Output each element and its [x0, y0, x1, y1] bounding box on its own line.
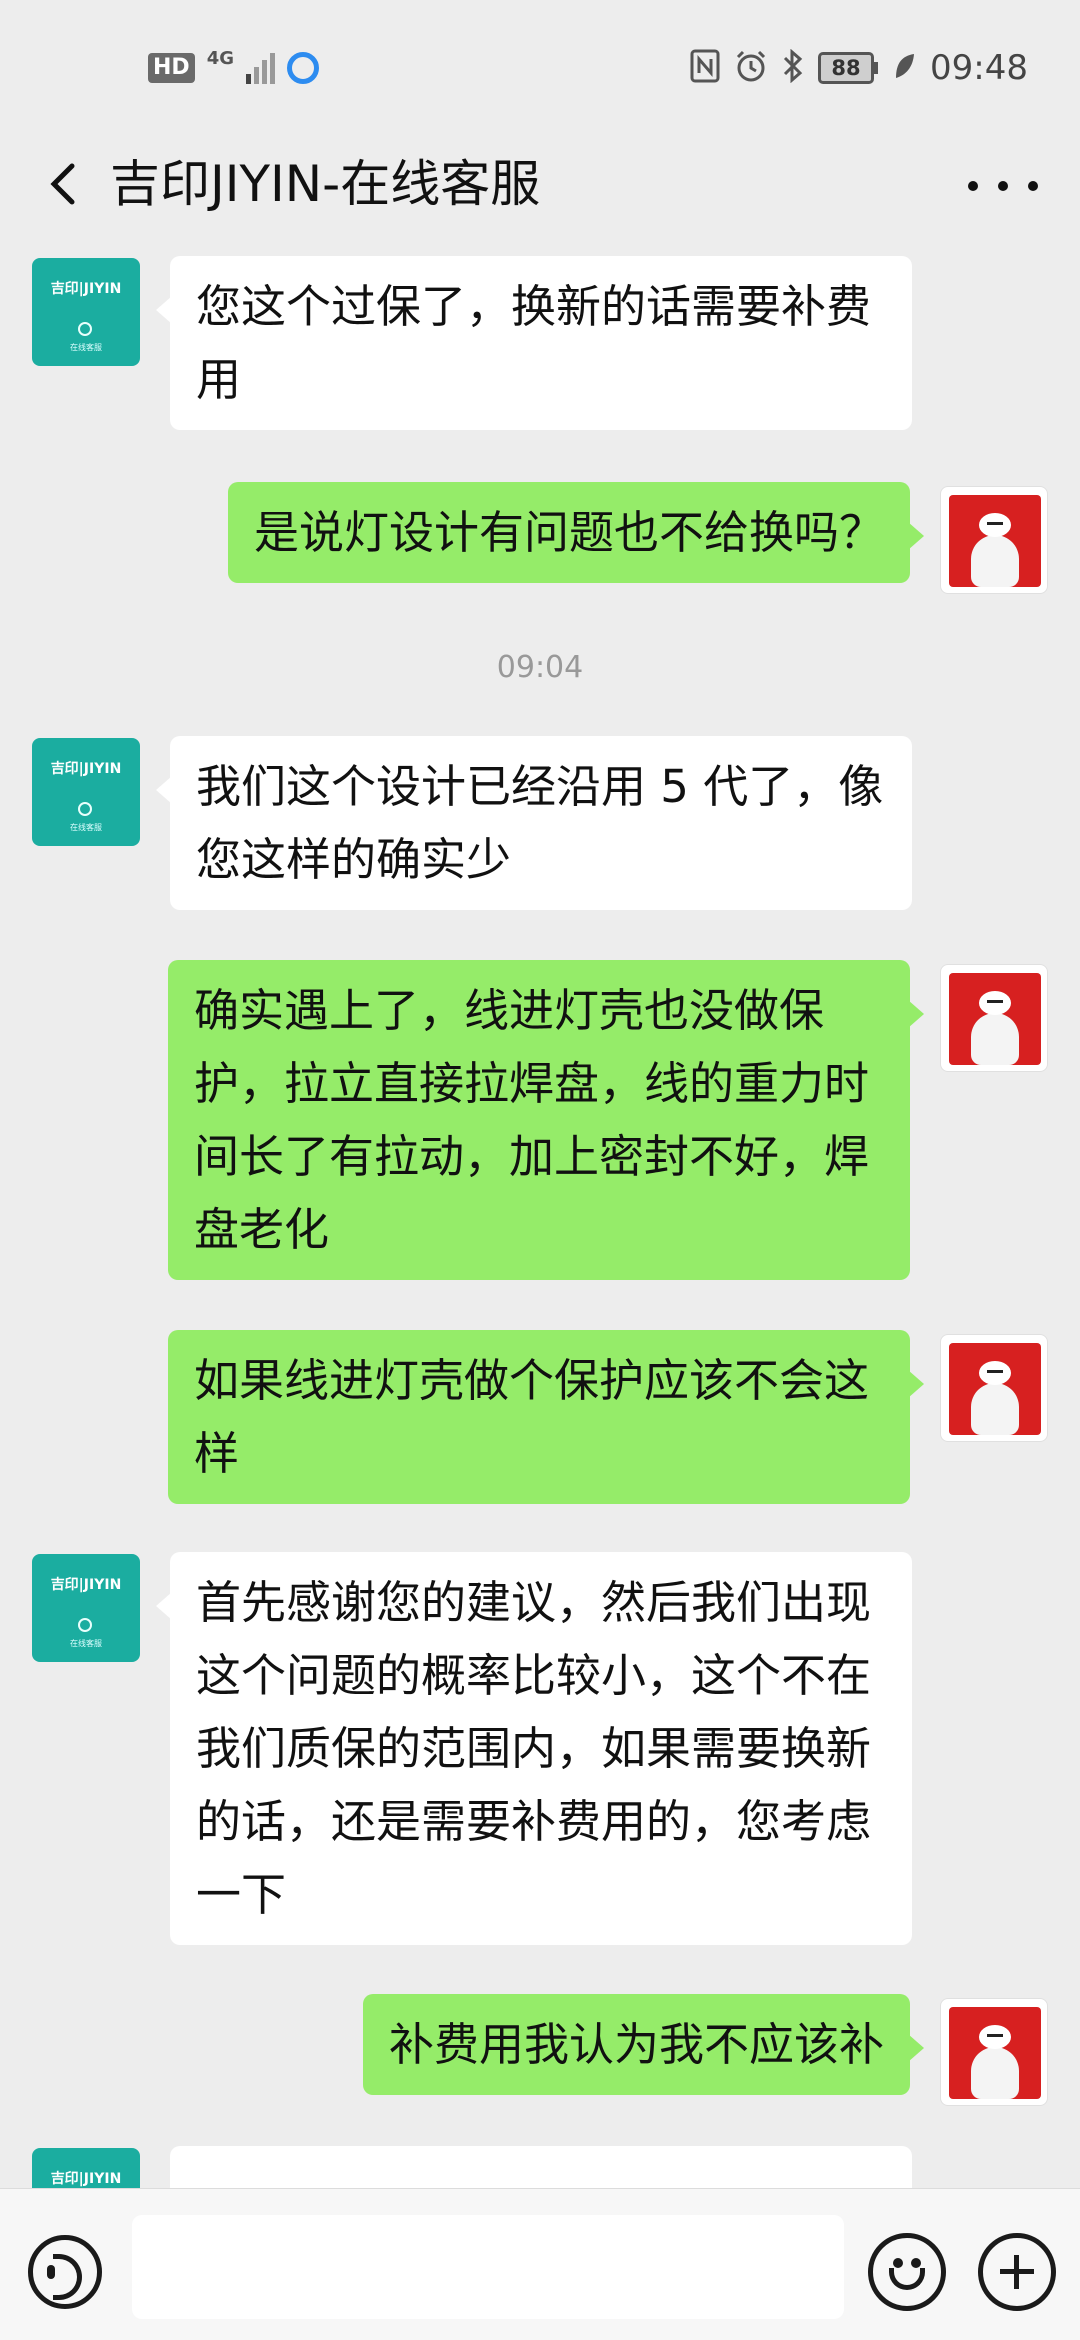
status-right: 88 09:48 — [690, 44, 1028, 92]
input-bar — [0, 2188, 1080, 2340]
user-avatar[interactable] — [940, 964, 1048, 1072]
message-bubble-received[interactable]: 您这个过保了，换新的话需要补费用 — [156, 256, 912, 430]
agent-logo-subtext: 在线客服 — [70, 343, 102, 352]
nfc-icon — [690, 49, 720, 88]
user-avatar[interactable] — [940, 486, 1048, 594]
message-bubble-sent[interactable]: 补费用我认为我不应该补 — [362, 1994, 925, 2095]
chat-header: 吉印JIYIN-在线客服 — [0, 132, 1080, 236]
message-input[interactable] — [132, 2215, 844, 2319]
agent-avatar[interactable]: 吉印|JIYIN 在线客服 — [32, 258, 140, 366]
qq-browser-icon — [287, 52, 319, 84]
battery-icon: 88 — [818, 52, 879, 84]
message-timestamp: 09:04 — [496, 650, 584, 685]
chevron-left-icon[interactable] — [36, 154, 96, 214]
user-avatar[interactable] — [940, 1334, 1048, 1442]
message-bubble-sent[interactable]: 如果线进灯壳做个保护应该不会这样 — [168, 1330, 924, 1504]
signal-icon — [246, 52, 275, 84]
message-bubble-sent[interactable]: 是说灯设计有问题也不给换吗？ — [227, 482, 925, 583]
alarm-icon — [734, 49, 768, 88]
chat-title: 吉印JIYIN-在线客服 — [110, 155, 541, 213]
agent-avatar[interactable]: 吉印|JIYIN 在线客服 — [32, 738, 140, 846]
more-icon[interactable] — [968, 166, 1038, 206]
message-bubble-sent[interactable]: 确实遇上了，线进灯壳也没做保护，拉立直接拉焊盘，线的重力时间长了有拉动，加上密封… — [168, 960, 924, 1280]
status-time: 09:48 — [930, 48, 1028, 88]
agent-logo-text: 吉印|JIYIN — [50, 281, 122, 297]
agent-avatar[interactable]: 吉印|JIYIN — [32, 2148, 140, 2188]
agent-avatar[interactable]: 吉印|JIYIN 在线客服 — [32, 1554, 140, 1662]
chat-messages[interactable]: 吉印|JIYIN 在线客服 您这个过保了，换新的话需要补费用 是说灯设计有问题也… — [0, 236, 1080, 2188]
bluetooth-icon — [782, 48, 804, 88]
status-left: HD 4G — [148, 48, 319, 88]
voice-icon[interactable] — [28, 2235, 102, 2309]
battery-level: 88 — [818, 52, 875, 84]
plus-icon[interactable] — [978, 2233, 1056, 2311]
user-avatar[interactable] — [940, 1998, 1048, 2106]
status-bar: HD 4G 88 09:48 — [0, 0, 1080, 132]
leaf-icon — [892, 51, 916, 86]
network-type: 4G — [206, 47, 234, 69]
message-bubble-received[interactable]: 首先感谢您的建议，然后我们出现这个问题的概率比较小，这个不在我们质保的范围内，如… — [156, 1552, 912, 1945]
hd-badge: HD — [148, 53, 195, 83]
emoji-icon[interactable] — [868, 2233, 946, 2311]
message-bubble-received[interactable] — [156, 2146, 912, 2188]
message-bubble-received[interactable]: 我们这个设计已经沿用 5 代了，像您这样的确实少 — [156, 736, 912, 910]
